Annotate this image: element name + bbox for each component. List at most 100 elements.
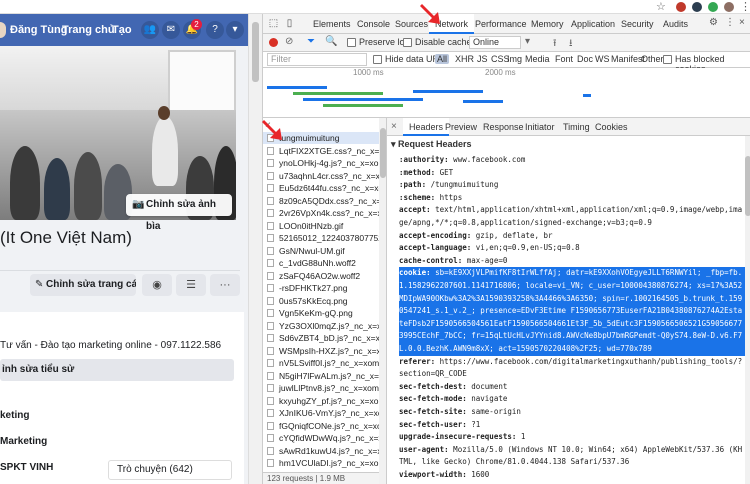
search-icon[interactable]: 🔍 <box>325 36 337 47</box>
header-line: :method: GET <box>399 167 745 180</box>
network-overview-timeline[interactable]: 1000 ms 2000 ms <box>263 68 750 118</box>
settings-icon[interactable]: ⚙ <box>709 17 718 28</box>
detail-tab[interactable]: Cookies <box>589 118 634 136</box>
devtools-tab[interactable]: Performance <box>469 14 533 34</box>
request-headers-section[interactable]: ▾ Request Headers <box>391 138 472 151</box>
type-filter-button[interactable]: JS <box>475 54 490 64</box>
edit-cover-button[interactable]: 📷 Chỉnh sửa ảnh bìa <box>126 194 232 232</box>
file-icon <box>267 234 274 242</box>
filter-icon[interactable]: ⏷ <box>307 36 315 47</box>
messenger-icon[interactable]: ✉ <box>162 21 180 39</box>
clear-icon[interactable]: ⊘ <box>285 36 293 47</box>
more-options-button[interactable]: ··· <box>210 274 240 296</box>
details-scrollbar[interactable] <box>745 136 750 484</box>
request-row[interactable]: nV5LSviff0I.js?_nc_x=xomAl <box>263 357 379 369</box>
inspect-icon[interactable]: ⬚ <box>267 17 280 30</box>
request-row[interactable]: sAwRd1kuwU4.js?_nc_x=xomAl <box>263 445 379 457</box>
export-har-icon[interactable]: ⭳ <box>569 36 573 53</box>
request-row[interactable]: ynoLOHkj-4g.js?_nc_x=xomAl <box>263 157 379 169</box>
header-key: cache-control: <box>399 255 463 265</box>
request-row[interactable]: juwlLlPtnv8.js?_nc_x=xomAl <box>263 382 379 394</box>
request-row[interactable]: N5giH7lFwALm.js?_nc_x=xomAl <box>263 370 379 382</box>
extension-icon[interactable] <box>676 2 686 12</box>
user-avatar[interactable] <box>0 22 6 38</box>
request-row[interactable]: 8z09cA5QDdx.css?_nc_x=xomAl <box>263 195 379 207</box>
request-row[interactable]: kxyuhgZY_pf.js?_nc_x=xomAl <box>263 395 379 407</box>
request-row[interactable]: LqtFIX2XTGE.css?_nc_x=xomAl <box>263 145 379 157</box>
user-name-link[interactable]: Đăng Tùng <box>10 24 67 36</box>
chat-button[interactable]: Trò chuyện (642) <box>108 460 232 480</box>
type-filter-button[interactable]: Doc <box>575 54 595 64</box>
type-filter-button[interactable]: Media <box>523 54 552 64</box>
edit-bio-button[interactable]: ỉnh sửa tiểu sử <box>0 359 234 381</box>
request-row[interactable]: LOOn0itHNzb.gif <box>263 220 379 232</box>
friends-icon[interactable]: 👥 <box>141 21 159 39</box>
request-row[interactable]: YzG3OXl0mqZ.js?_nc_x=xomAl <box>263 320 379 332</box>
help-icon[interactable]: ? <box>206 21 224 39</box>
devtools-tab[interactable]: Application <box>565 14 621 34</box>
request-row[interactable]: 52165012_122403780775223 <box>263 232 379 244</box>
type-filter-button[interactable]: All <box>435 54 450 64</box>
header-key: upgrade-insecure-requests: <box>399 432 517 442</box>
request-name: ynoLOHkj-4g.js?_nc_x=xomAl <box>279 158 379 168</box>
throttle-select[interactable]: Online <box>469 36 521 49</box>
disable-cache-checkbox[interactable] <box>403 38 412 47</box>
has-blocked-cookies-checkbox[interactable] <box>663 55 672 64</box>
file-icon <box>267 396 274 405</box>
account-menu-icon[interactable]: ▾ <box>226 21 244 39</box>
activity-log-button[interactable]: ☰ <box>176 274 206 296</box>
hide-data-urls-checkbox[interactable] <box>373 55 382 64</box>
device-toggle-icon[interactable]: ▯ <box>283 17 296 30</box>
extension-icon[interactable] <box>692 2 702 12</box>
view-as-button[interactable]: ◉ <box>142 274 172 296</box>
devtools-tab[interactable]: Audits <box>657 14 694 34</box>
bookmark-star-icon[interactable]: ☆ <box>656 0 666 13</box>
headers-panel: ▾ Request Headers :authority: www.facebo… <box>387 136 745 484</box>
header-value: sb=kE9XXjVLPmifKF8tIrWLffAj; datr=kE9XXo… <box>399 268 743 353</box>
request-row[interactable]: Eu5dz6t44fu.css?_nc_x=xomAl <box>263 182 379 194</box>
close-details-icon[interactable]: × <box>391 121 397 132</box>
request-name: GsN/Nwul-UM.gif <box>279 245 345 256</box>
file-icon <box>267 209 274 217</box>
devtools-tab[interactable]: Security <box>615 14 660 34</box>
type-filter-button[interactable]: Other <box>639 54 666 64</box>
request-row[interactable]: Sd6vZBT4_bD.js?_nc_x=xomAl <box>263 332 379 344</box>
throttle-dropdown-icon[interactable]: ▾ <box>525 36 530 47</box>
type-filter-button[interactable]: Font <box>553 54 575 64</box>
devtools-tab[interactable]: Elements <box>307 14 357 34</box>
request-row[interactable]: u73aqhnL4cr.css?_nc_x=xomAl <box>263 170 379 182</box>
page-scrollbar[interactable] <box>248 14 262 484</box>
request-list-scrollbar[interactable] <box>379 118 386 484</box>
request-row[interactable]: hm1VCUlaDI.js?_nc_x=xomAl <box>263 457 379 469</box>
type-filter-button[interactable]: XHR <box>453 54 476 64</box>
edit-page-button[interactable]: ✎ Chỉnh sửa trang cá ... <box>30 274 136 296</box>
request-row[interactable]: XJnIKU6-VmY.js?_nc_x=xomAl <box>263 407 379 419</box>
request-row[interactable]: 2vr26VpXn4k.css?_nc_x=xomAl <box>263 207 379 219</box>
request-row[interactable]: WSMpsIh-HXZ.js?_nc_x=xomAl <box>263 345 379 357</box>
record-icon[interactable] <box>269 38 278 47</box>
browser-menu-icon[interactable]: ⋮ <box>740 0 750 13</box>
type-filter-button[interactable]: Img <box>505 54 524 64</box>
home-link[interactable]: Trang chủ <box>62 24 115 36</box>
request-name: -rsDFHKTk27.png <box>279 283 348 293</box>
request-row[interactable]: c_1vdG88uNh.woff2 <box>263 257 379 269</box>
profile-avatar-icon[interactable] <box>724 2 734 12</box>
preserve-log-checkbox[interactable] <box>347 38 356 47</box>
header-value: max-age=0 <box>462 255 508 265</box>
request-row[interactable]: 0us57sKkEcq.png <box>263 295 379 307</box>
request-row[interactable]: fGQniqfCONe.js?_nc_x=xomAl <box>263 420 379 432</box>
request-row[interactable]: Vgn5KeKm-gQ.png <box>263 307 379 319</box>
file-icon <box>267 171 274 180</box>
devtools-tab[interactable]: Memory <box>525 14 570 34</box>
create-link[interactable]: Tạo <box>112 24 132 36</box>
request-row[interactable]: zSaFQ46AO2w.woff2 <box>263 270 379 282</box>
request-row[interactable]: cYQfidWDwWq.js?_nc_x=xomAl <box>263 432 379 444</box>
request-row[interactable]: GsN/Nwul-UM.gif <box>263 245 379 257</box>
import-har-icon[interactable]: ⭱ <box>553 36 557 53</box>
filter-input[interactable]: Filter <box>267 53 367 66</box>
more-icon[interactable]: ⋮ <box>725 17 735 28</box>
close-icon[interactable]: × <box>739 17 745 28</box>
detail-tab[interactable]: Initiator <box>519 118 561 136</box>
request-row[interactable]: -rsDFHKTk27.png <box>263 282 379 294</box>
extension-icon[interactable] <box>708 2 718 12</box>
